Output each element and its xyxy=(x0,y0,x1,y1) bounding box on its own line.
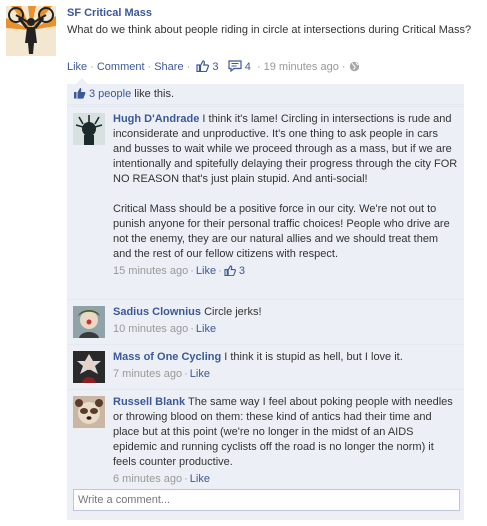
comment-meta: 7 minutes ago · Like xyxy=(113,368,210,380)
separator: · xyxy=(147,61,152,73)
post-message: What do we think about people riding in … xyxy=(67,24,472,36)
likes-count: 3 xyxy=(212,61,219,73)
comment-meta: 6 minutes ago · Like xyxy=(113,473,210,485)
separator: · xyxy=(186,61,191,73)
comments-box: 3 people like this. Hugh D'Andrade I thi… xyxy=(67,78,464,520)
likers-link[interactable]: 3 people xyxy=(89,88,131,100)
thumbs-up-icon xyxy=(196,60,210,72)
comment-like-link[interactable]: Like xyxy=(190,368,210,380)
comment-body: Hugh D'Andrade I think it's lame! Circli… xyxy=(113,112,458,279)
comment-timestamp[interactable]: 7 minutes ago xyxy=(113,368,182,380)
likes-summary-text: like this. xyxy=(131,88,175,100)
comment-author-link[interactable]: Mass of One Cycling xyxy=(113,351,221,363)
comment-item: Russell Blank The same way I feel about … xyxy=(67,389,464,485)
profile-picture xyxy=(73,113,105,145)
commenter-avatar[interactable] xyxy=(73,396,105,428)
commenter-avatar[interactable] xyxy=(73,306,105,338)
commenter-avatar[interactable] xyxy=(73,351,105,383)
separator: · xyxy=(256,61,261,73)
comment-timestamp[interactable]: 10 minutes ago xyxy=(113,323,188,335)
page-name-link[interactable]: SF Critical Mass xyxy=(67,7,477,19)
comments-count: 4 xyxy=(244,61,251,73)
separator: · xyxy=(341,61,346,73)
write-comment-box xyxy=(73,489,460,511)
comment-likes-counter[interactable]: 3 xyxy=(224,265,245,277)
bicycle-logo-icon xyxy=(6,6,56,56)
separator: · xyxy=(90,61,94,73)
speech-bubble-icon xyxy=(228,60,242,72)
comment-body: Sadius Clownius Circle jerks! 10 minutes… xyxy=(113,305,458,337)
comment-author-link[interactable]: Hugh D'Andrade xyxy=(113,113,199,125)
comment-like-link[interactable]: Like xyxy=(196,323,216,335)
profile-picture xyxy=(73,306,105,338)
comment-item: Mass of One Cycling I think it is stupid… xyxy=(67,344,464,389)
comment-item: Hugh D'Andrade I think it's lame! Circli… xyxy=(67,106,464,299)
post-action-bar: Like · Comment · Share · 3 4 · 19 minutes ago · xyxy=(67,59,360,75)
thumbs-up-icon xyxy=(74,88,86,99)
profile-picture xyxy=(73,396,105,428)
post-timestamp[interactable]: 19 minutes ago xyxy=(264,61,339,73)
comment-text: I think it is stupid as hell, but I love… xyxy=(221,351,403,363)
comment-body: Russell Blank The same way I feel about … xyxy=(113,395,458,487)
share-link[interactable]: Share xyxy=(154,61,183,73)
comment-meta: 15 minutes ago · Like · 3 xyxy=(113,265,245,277)
comment-like-link[interactable]: Like xyxy=(196,265,216,277)
comments-counter[interactable]: 4 xyxy=(225,60,254,73)
likes-counter[interactable]: 3 xyxy=(193,60,221,73)
like-link[interactable]: Like xyxy=(67,61,87,73)
globe-icon[interactable] xyxy=(349,61,360,72)
comment-meta: 10 minutes ago · Like xyxy=(113,323,217,335)
comment-link[interactable]: Comment xyxy=(97,61,145,73)
comment-item: Sadius Clownius Circle jerks! 10 minutes… xyxy=(67,299,464,344)
likes-summary: 3 people like this. xyxy=(67,84,464,105)
page-avatar[interactable] xyxy=(6,6,56,56)
comment-body: Mass of One Cycling I think it is stupid… xyxy=(113,350,458,382)
comment-author-link[interactable]: Sadius Clownius xyxy=(113,306,201,318)
write-comment-input[interactable] xyxy=(74,490,459,510)
profile-picture xyxy=(73,351,105,383)
comment-timestamp[interactable]: 6 minutes ago xyxy=(113,473,182,485)
thumbs-up-icon xyxy=(224,265,236,276)
post-content: SF Critical Mass What do we think about … xyxy=(67,7,477,38)
comment-text: Circle jerks! xyxy=(201,306,262,318)
comment-author-link[interactable]: Russell Blank xyxy=(113,396,185,408)
comment-timestamp[interactable]: 15 minutes ago xyxy=(113,265,188,277)
commenter-avatar[interactable] xyxy=(73,113,105,145)
comment-like-link[interactable]: Like xyxy=(190,473,210,485)
comment-likes-count: 3 xyxy=(238,265,245,277)
comment-text: Critical Mass should be a positive force… xyxy=(113,203,450,260)
